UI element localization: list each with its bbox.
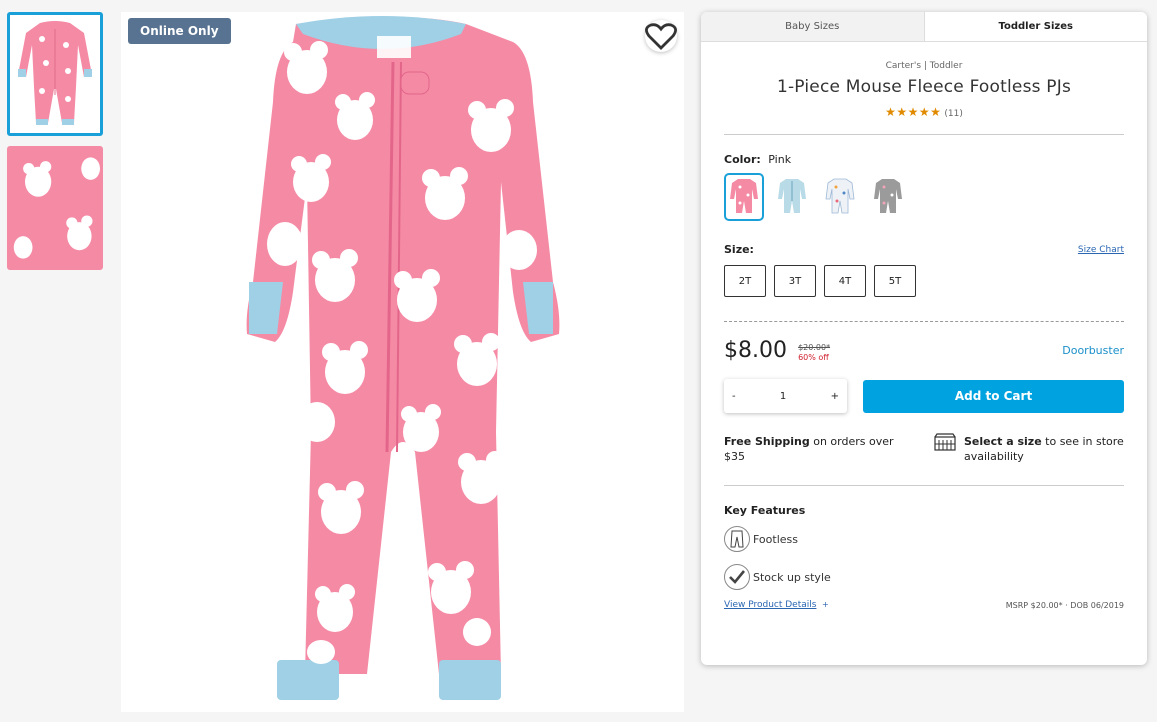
card-footer: View Product Details + MSRP $20.00* · DO… bbox=[724, 600, 1124, 610]
msrp-dob-text: MSRP $20.00* · DOB 06/2019 bbox=[1005, 600, 1124, 610]
view-product-details-link[interactable]: View Product Details bbox=[724, 600, 816, 610]
rating-stars: ★★★★★ bbox=[885, 105, 942, 119]
tab-baby-sizes[interactable]: Baby Sizes bbox=[701, 12, 925, 41]
plus-icon[interactable]: + bbox=[822, 600, 829, 609]
thumbnail-detail-image bbox=[10, 149, 100, 267]
size-range-tabs: Baby Sizes Toddler Sizes bbox=[701, 12, 1147, 42]
divider-dashed bbox=[724, 321, 1124, 322]
quantity-increase-button[interactable]: + bbox=[831, 391, 839, 402]
free-shipping-info: Free Shipping on orders over $35 bbox=[724, 434, 914, 464]
size-3t-button[interactable]: 3T bbox=[774, 265, 816, 297]
discount-percent: 60% off bbox=[798, 352, 829, 362]
swatch-blue-image bbox=[778, 179, 806, 213]
divider bbox=[724, 134, 1124, 135]
tab-toddler-sizes[interactable]: Toddler Sizes bbox=[924, 12, 1147, 41]
thumbnail-front[interactable] bbox=[7, 12, 103, 136]
rating-count: (11) bbox=[944, 109, 963, 119]
store-availability-info[interactable]: Select a size to see in store availabili… bbox=[934, 433, 1124, 464]
product-page: Online Only Baby Sizes Toddler Sizes Car… bbox=[0, 0, 1157, 722]
feature-stock-up-label: Stock up style bbox=[753, 570, 831, 584]
product-title: 1-Piece Mouse Fleece Footless PJs bbox=[776, 77, 1072, 97]
free-shipping-bold: Free Shipping bbox=[724, 435, 810, 448]
feature-stock-up: Stock up style bbox=[724, 564, 1124, 590]
wishlist-button[interactable] bbox=[645, 20, 677, 52]
cart-row: - 1 + Add to Cart bbox=[724, 379, 1124, 413]
color-label-row: Color: Pink bbox=[724, 153, 1124, 166]
thumbnail-front-image bbox=[10, 15, 100, 133]
select-size-bold: Select a size bbox=[964, 435, 1042, 448]
original-price: $20.00* bbox=[798, 342, 831, 352]
main-product-image: Online Only bbox=[121, 12, 684, 712]
quantity-stepper: - 1 + bbox=[724, 379, 847, 413]
current-price: $8.00 bbox=[724, 338, 787, 363]
swatch-pink-image bbox=[730, 179, 758, 213]
swatch-grey-image bbox=[874, 179, 902, 213]
heart-icon bbox=[645, 23, 677, 50]
quantity-input[interactable]: 1 bbox=[780, 391, 786, 402]
thumbnail-list bbox=[7, 12, 105, 280]
size-label: Size: bbox=[724, 243, 754, 256]
swatch-white[interactable] bbox=[820, 173, 860, 221]
divider bbox=[724, 485, 1124, 486]
swatch-grey[interactable] bbox=[868, 173, 908, 221]
online-only-badge: Online Only bbox=[128, 18, 231, 44]
color-swatches bbox=[724, 173, 1124, 221]
color-label: Color: bbox=[724, 153, 761, 166]
product-details: Carter's | Toddler 1-Piece Mouse Fleece … bbox=[724, 42, 1124, 610]
size-chart-link[interactable]: Size Chart bbox=[1078, 245, 1124, 255]
size-options: 2T 3T 4T 5T bbox=[724, 265, 1124, 297]
swatch-pink[interactable] bbox=[724, 173, 764, 221]
swatch-blue[interactable] bbox=[772, 173, 812, 221]
feature-footless-label: Footless bbox=[753, 532, 798, 546]
checkmark-icon bbox=[724, 564, 750, 590]
thumbnail-detail[interactable] bbox=[7, 146, 103, 270]
size-5t-button[interactable]: 5T bbox=[874, 265, 916, 297]
quantity-decrease-button[interactable]: - bbox=[732, 391, 736, 402]
swatch-white-image bbox=[825, 178, 855, 214]
rating[interactable]: ★★★★★ (11) bbox=[724, 105, 1124, 119]
add-to-cart-button[interactable]: Add to Cart bbox=[863, 379, 1124, 413]
product-card: Baby Sizes Toddler Sizes Carter's | Todd… bbox=[701, 12, 1147, 665]
feature-footless: Footless bbox=[724, 526, 1124, 552]
size-2t-button[interactable]: 2T bbox=[724, 265, 766, 297]
store-icon bbox=[934, 433, 956, 451]
original-price-block: $20.00* 60% off bbox=[798, 343, 830, 363]
pants-icon bbox=[724, 526, 750, 552]
size-label-row: Size: Size Chart bbox=[724, 243, 1124, 256]
price-row: $8.00 $20.00* 60% off Doorbuster bbox=[724, 338, 1124, 363]
size-4t-button[interactable]: 4T bbox=[824, 265, 866, 297]
shipping-row: Free Shipping on orders over $35 Select … bbox=[724, 433, 1124, 464]
brand-line: Carter's | Toddler bbox=[885, 61, 963, 71]
key-features-heading: Key Features bbox=[724, 504, 806, 517]
color-selected-value: Pink bbox=[768, 153, 792, 166]
doorbuster-label: Doorbuster bbox=[1062, 344, 1124, 357]
pajama-illustration bbox=[246, 16, 560, 700]
